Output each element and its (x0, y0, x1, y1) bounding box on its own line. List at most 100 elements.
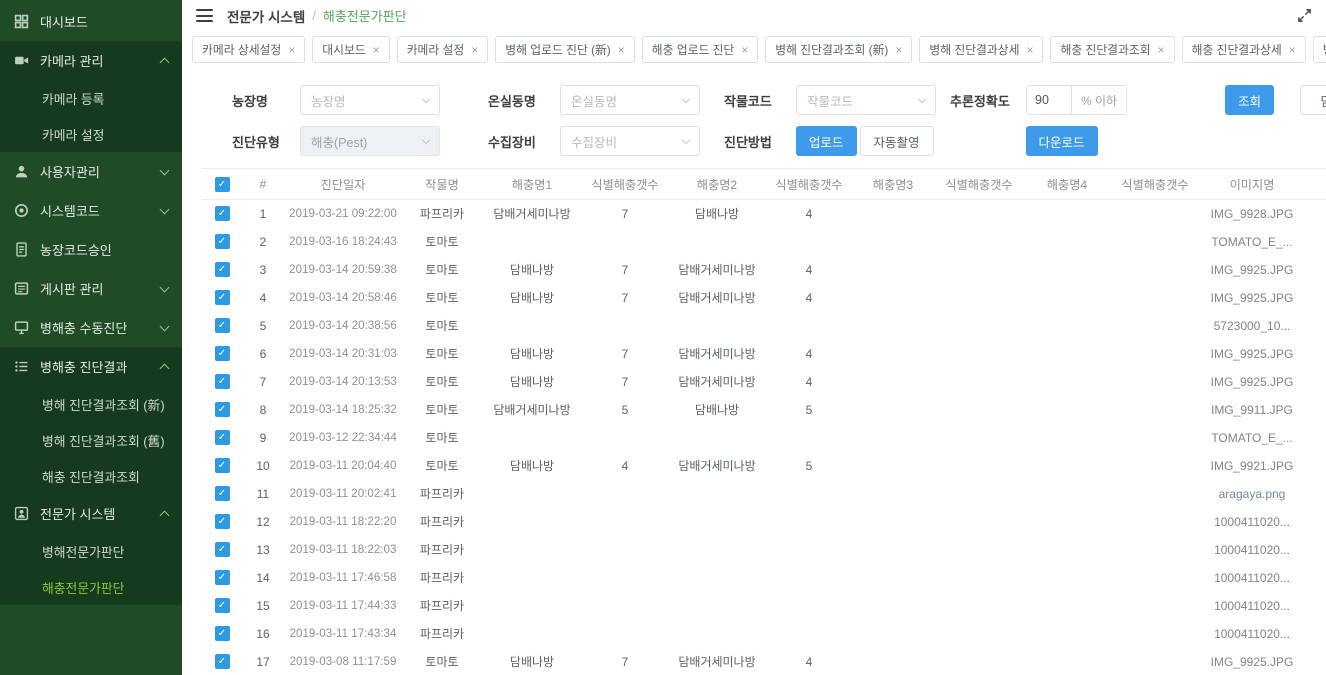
table-row[interactable]: 72019-03-14 20:13:53토마토담배나방7담배거세미나방4IMG_… (202, 368, 1326, 396)
tab-3[interactable]: 병해 업로드 진단 (新) × (495, 36, 634, 63)
sidebar-item-1[interactable]: 카메라 관리 (0, 41, 182, 80)
row-checkbox[interactable] (215, 570, 230, 585)
sidebar-item-6[interactable]: 병해충 수동진단 (0, 308, 182, 347)
method-upload-button[interactable]: 업로드 (796, 126, 857, 156)
row-checkbox[interactable] (215, 402, 230, 417)
cell-r14-c7 (852, 592, 934, 620)
cell-r13-c11: 1000411020... (1200, 564, 1304, 592)
cell-r8-c7 (852, 424, 934, 452)
row-checkbox[interactable] (215, 346, 230, 361)
method-auto-button[interactable]: 자동촬영 (860, 126, 934, 156)
tab-close-icon[interactable]: × (895, 43, 902, 57)
row-checkbox[interactable] (215, 262, 230, 277)
sidebar-subitem-8-1[interactable]: 해충전문가판단 (0, 569, 182, 605)
cell-r0-c10 (1110, 200, 1200, 228)
tab-6[interactable]: 병해 진단결과상세× (919, 36, 1043, 63)
sidebar-item-8[interactable]: 전문가 시스템 (0, 494, 182, 533)
row-checkbox[interactable] (215, 598, 230, 613)
cell-r11-c1: 2019-03-11 18:22:20 (284, 508, 402, 536)
row-checkbox[interactable] (215, 206, 230, 221)
row-checkbox[interactable] (215, 542, 230, 557)
cell-r0-c7 (852, 200, 934, 228)
table-row[interactable]: 102019-03-11 20:04:40토마토담배나방4담배거세미나방5IMG… (202, 452, 1326, 480)
tab-7[interactable]: 해충 진단결과조회× (1050, 36, 1174, 63)
fullscreen-icon[interactable] (1297, 8, 1312, 23)
tab-close-icon[interactable]: × (1289, 43, 1296, 57)
table-row[interactable]: 172019-03-08 11:17:59토마토담배나방7담배거세미나방4IMG… (202, 648, 1326, 675)
row-checkbox[interactable] (215, 654, 230, 669)
tab-4[interactable]: 해충 업로드 진단× (642, 36, 759, 63)
table-row[interactable]: 42019-03-14 20:58:46토마토담배나방7담배거세미나방4IMG_… (202, 284, 1326, 312)
sidebar-item-4[interactable]: 농장코드승인 (0, 230, 182, 269)
expert-icon (14, 506, 29, 521)
table-row[interactable]: 52019-03-14 20:38:56토마토5723000_10...2018 (202, 312, 1326, 340)
table-row[interactable]: 62019-03-14 20:31:03토마토담배나방7담배거세미나방4IMG_… (202, 340, 1326, 368)
sidebar-subitem-1-1[interactable]: 카메라 설정 (0, 116, 182, 152)
sidebar-item-3[interactable]: 시스템코드 (0, 191, 182, 230)
sidebar-subitem-8-0[interactable]: 병해전문가판단 (0, 533, 182, 569)
tab-5[interactable]: 병해 진단결과조회 (新)× (765, 36, 912, 63)
row-checkbox[interactable] (215, 514, 230, 529)
results-table-wrap: #진단일자작물명해충명1식별해충갯수해충명2식별해충갯수해충명3식별해충갯수해충… (182, 168, 1326, 675)
tab-8[interactable]: 해충 진단결과상세 × (1182, 36, 1306, 63)
table-row[interactable]: 92019-03-12 22:34:44토마토TOMATO_E_...2019 (202, 424, 1326, 452)
tab-label: 병해 업로드 진단 (新) (505, 41, 610, 58)
device-select[interactable]: 수집장비 (560, 126, 700, 156)
row-checkbox[interactable] (215, 234, 230, 249)
tab-9[interactable]: 병해전문가판단× (1313, 36, 1326, 63)
cell-r10-c9 (1024, 480, 1110, 508)
row-checkbox[interactable] (215, 626, 230, 641)
tab-close-icon[interactable]: × (741, 43, 748, 57)
table-row[interactable]: 122019-03-11 18:22:20파프리카1000411020...20… (202, 508, 1326, 536)
row-checkbox[interactable] (215, 486, 230, 501)
row-checkbox[interactable] (215, 290, 230, 305)
row-checkbox[interactable] (215, 374, 230, 389)
sidebar-item-0[interactable]: 대시보드 (0, 2, 182, 41)
tab-close-icon[interactable]: × (471, 43, 478, 57)
accuracy-input[interactable] (1026, 85, 1072, 115)
crop-code-select[interactable]: 작물코드 (796, 85, 936, 115)
tab-close-icon[interactable]: × (1026, 43, 1033, 57)
row-checkbox[interactable] (215, 318, 230, 333)
table-row[interactable]: 152019-03-11 17:44:33파프리카1000411020...20… (202, 592, 1326, 620)
tab-0[interactable]: 카메라 상세설정 × (192, 36, 305, 63)
tab-close-icon[interactable]: × (1158, 43, 1165, 57)
search-button[interactable]: 조회 (1225, 85, 1274, 115)
cell-r13-c0: 14 (242, 564, 284, 592)
download-button[interactable]: 다운로드 (1026, 126, 1098, 156)
tab-label: 해충 진단결과상세 (1192, 41, 1282, 58)
table-row[interactable]: 82019-03-14 18:25:32토마토담배거세미나방5담배나방5IMG_… (202, 396, 1326, 424)
cell-r2-c12: 2018 (1304, 256, 1326, 284)
tab-1[interactable]: 대시보드× (312, 36, 389, 63)
diagnosis-type-select[interactable]: 해충(Pest) (300, 126, 440, 156)
sidebar-item-5[interactable]: 게시판 관리 (0, 269, 182, 308)
table-row[interactable]: 162019-03-11 17:43:34파프리카1000411020...20… (202, 620, 1326, 648)
row-checkbox[interactable] (215, 430, 230, 445)
tab-2[interactable]: 카메라 설정× (397, 36, 489, 63)
tab-close-icon[interactable]: × (373, 43, 380, 57)
sidebar-item-7[interactable]: 병해충 진단결과 (0, 347, 182, 386)
tab-close-icon[interactable]: × (618, 43, 625, 57)
hamburger-menu-icon[interactable] (196, 9, 213, 22)
sidebar-subitem-7-2[interactable]: 해충 진단결과조회 (0, 458, 182, 494)
tab-label: 카메라 상세설정 (202, 41, 281, 58)
row-checkbox[interactable] (215, 458, 230, 473)
cell-r14-c4 (582, 592, 668, 620)
table-row[interactable]: 12019-03-21 09:22:00파프리카담배거세미나방7담배나방4IMG… (202, 200, 1326, 228)
tab-close-icon[interactable]: × (288, 43, 295, 57)
greenhouse-select[interactable]: 온실동명 (560, 85, 700, 115)
farm-name-select[interactable]: 농장명 (300, 85, 440, 115)
table-row[interactable]: 32019-03-14 20:59:38토마토담배나방7담배거세미나방4IMG_… (202, 256, 1326, 284)
cell-r13-c1: 2019-03-11 17:46:58 (284, 564, 402, 592)
table-row[interactable]: 112019-03-11 20:02:41파프리카aragaya.png2019 (202, 480, 1326, 508)
table-row[interactable]: 132019-03-11 18:22:03파프리카1000411020...20… (202, 536, 1326, 564)
table-row[interactable]: 22019-03-16 18:24:43토마토TOMATO_E_...2019 (202, 228, 1326, 256)
sidebar-subitem-7-1[interactable]: 병해 진단결과조회 (舊) (0, 422, 182, 458)
cell-r3-c12: 2018 (1304, 284, 1326, 312)
select-all-checkbox[interactable] (215, 177, 230, 192)
table-row[interactable]: 142019-03-11 17:46:58파프리카1000411020...20… (202, 564, 1326, 592)
close-button[interactable]: 닫기 (1300, 85, 1326, 115)
sidebar-subitem-7-0[interactable]: 병해 진단결과조회 (新) (0, 386, 182, 422)
sidebar-item-2[interactable]: 사용자관리 (0, 152, 182, 191)
sidebar-subitem-1-0[interactable]: 카메라 등록 (0, 80, 182, 116)
